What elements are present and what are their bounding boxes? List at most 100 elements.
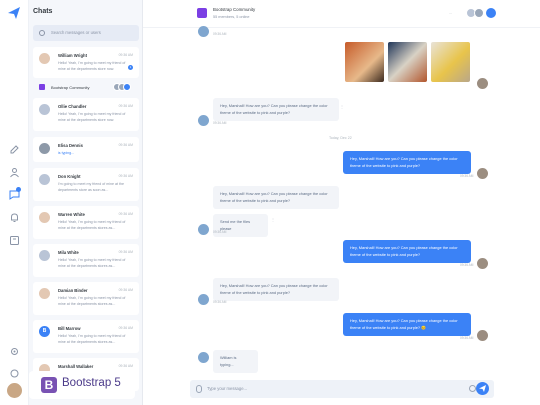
chat-item[interactable]: William Wright 09:36 AM Hello! Yeah, I'm… <box>33 47 139 78</box>
chat-time: 09:36 AM <box>118 174 133 178</box>
send-button[interactable] <box>476 382 489 395</box>
icon-rail <box>0 0 29 405</box>
chat-time: 09:36 AM <box>118 53 133 57</box>
photo[interactable] <box>345 42 384 82</box>
avatar <box>198 224 209 235</box>
logo-icon <box>8 7 20 19</box>
photo-gallery[interactable] <box>345 42 473 82</box>
unread-badge: 1 <box>128 65 133 70</box>
message-time: 09:36 AM <box>460 174 474 178</box>
chat-name: Warren White <box>58 212 85 217</box>
chat-preview: Hello! Yeah, I'm going to meet my friend… <box>58 258 126 268</box>
message-options-icon[interactable]: ⋮ <box>340 104 344 109</box>
avatar <box>39 53 50 64</box>
message-bubble-incoming: Hey, Marshall! How are you? Can you plea… <box>213 98 339 121</box>
conversation-subtitle: 55 members, 5 online <box>213 15 250 19</box>
avatar <box>39 250 50 261</box>
member-avatars[interactable] <box>456 8 496 20</box>
chat-preview: I'm going to meet my friend of mine at t… <box>58 182 125 192</box>
photo[interactable] <box>388 42 427 82</box>
bootstrap-logo: B <box>41 377 57 393</box>
message-bubble-incoming: Hey, Marshall! How are you? Can you plea… <box>213 278 339 301</box>
typing-indicator: William is typing... <box>213 350 258 373</box>
chat-time: 09:36 AM <box>118 212 133 216</box>
conversation-title: Bootstrap Community <box>213 7 256 12</box>
bootstrap-badge: B Bootstrap 5 <box>29 371 135 399</box>
settings-icon[interactable] <box>8 345 21 358</box>
chat-time: 09:36 AM <box>118 326 133 330</box>
chat-name: Elisa Dennis <box>58 143 83 148</box>
avatar <box>39 143 50 154</box>
message-time: 09:36 AM <box>460 336 474 340</box>
avatar <box>477 168 488 179</box>
group-chat-item[interactable]: Bootstrap Community <box>33 82 139 94</box>
message-time: 09:36 AM <box>213 121 227 125</box>
avatar <box>477 330 488 341</box>
avatar <box>477 78 488 89</box>
conversation-header: Bootstrap Community 55 members, 5 online… <box>143 0 540 28</box>
chat-name: William Wright <box>58 53 87 58</box>
chat-item[interactable]: Ollie Chandler 09:36 AM Hello! Yeah, I'm… <box>33 98 139 131</box>
avatar <box>477 258 488 269</box>
theme-icon[interactable] <box>8 367 21 380</box>
contacts-icon[interactable] <box>8 234 21 247</box>
avatar <box>39 104 50 115</box>
conversation-panel: Bootstrap Community 55 members, 5 online… <box>143 0 540 405</box>
bootstrap-label: Bootstrap 5 <box>62 377 121 389</box>
chats-title: Chats <box>33 8 53 15</box>
send-icon <box>479 385 486 392</box>
avatar: B <box>39 326 50 337</box>
avatar <box>198 352 209 363</box>
chat-name: Mila White <box>58 250 79 255</box>
chat-name: Ollie Chandler <box>58 104 87 109</box>
chat-name: Don Knight <box>58 174 81 179</box>
chat-item[interactable]: Mila White 09:36 AM Hello! Yeah, I'm goi… <box>33 244 139 277</box>
message-bubble-outgoing: Hey, Marshall! How are you? Can you plea… <box>343 240 471 263</box>
chat-name: Marshall Wallaker <box>58 364 94 369</box>
message-input[interactable]: Type your message... <box>207 386 247 391</box>
avatar <box>39 288 50 299</box>
chat-preview: Hello! Yeah, I'm going to meet my friend… <box>58 112 126 122</box>
chat-time: 09:36 AM <box>118 364 133 368</box>
message-time: 09:36 AM <box>213 300 227 304</box>
avatar <box>39 174 50 185</box>
avatar <box>198 115 209 126</box>
chat-time: 09:36 AM <box>118 288 133 292</box>
edit-icon[interactable] <box>8 143 21 156</box>
unread-dot <box>16 187 21 192</box>
message-composer[interactable]: Type your message... <box>190 380 494 398</box>
message-time: 09:36 AM <box>213 230 227 234</box>
chat-item[interactable]: Damian Binder 09:36 AM Hello! Yeah, I'm … <box>33 282 139 315</box>
attachment-icon[interactable] <box>196 385 202 393</box>
chat-item[interactable]: Elisa Dennis 09:36 AM is typing... <box>33 137 139 162</box>
chat-time: 09:36 AM <box>118 143 133 147</box>
chat-name: Bill Marrow <box>58 326 81 331</box>
message-time: 09:36 AM <box>213 32 227 36</box>
member-avatars <box>113 83 135 91</box>
chat-preview: Hello! Yeah, I'm going to meet my friend… <box>58 220 126 230</box>
chat-item[interactable]: Warren White 09:36 AM Hello! Yeah, I'm g… <box>33 206 139 239</box>
avatar <box>198 294 209 305</box>
chat-preview: is typing... <box>58 151 75 155</box>
message-bubble-outgoing: Hey, Marshall! How are you? Can you plea… <box>343 313 471 336</box>
chat-name: Damian Binder <box>58 288 88 293</box>
avatar <box>198 26 209 37</box>
more-options-icon[interactable]: ... <box>449 10 452 15</box>
chat-time: 09:36 AM <box>118 250 133 254</box>
bell-icon[interactable] <box>8 211 21 224</box>
chat-item[interactable]: Don Knight 09:36 AM I'm going to meet my… <box>33 168 139 201</box>
search-input[interactable]: Search messages or users <box>51 30 101 35</box>
user-avatar[interactable] <box>7 383 22 398</box>
group-icon <box>39 84 45 90</box>
chats-sidebar: Chats Search messages or users William W… <box>29 0 143 405</box>
message-bubble-incoming: Hey, Marshall! How are you? Can you plea… <box>213 186 339 209</box>
message-options-icon[interactable]: ⋮ <box>271 217 275 222</box>
search-box[interactable]: Search messages or users <box>33 25 139 41</box>
chat-item[interactable]: B Bill Marrow 09:36 AM Hello! Yeah, I'm … <box>33 320 139 353</box>
group-name: Bootstrap Community <box>51 85 90 90</box>
message-bubble-outgoing: Hey, Marshall! How are you? Can you plea… <box>343 151 471 174</box>
photo[interactable] <box>431 42 470 82</box>
group-icon <box>197 8 207 18</box>
users-icon[interactable] <box>8 166 21 179</box>
emoji-icon[interactable] <box>469 385 476 392</box>
